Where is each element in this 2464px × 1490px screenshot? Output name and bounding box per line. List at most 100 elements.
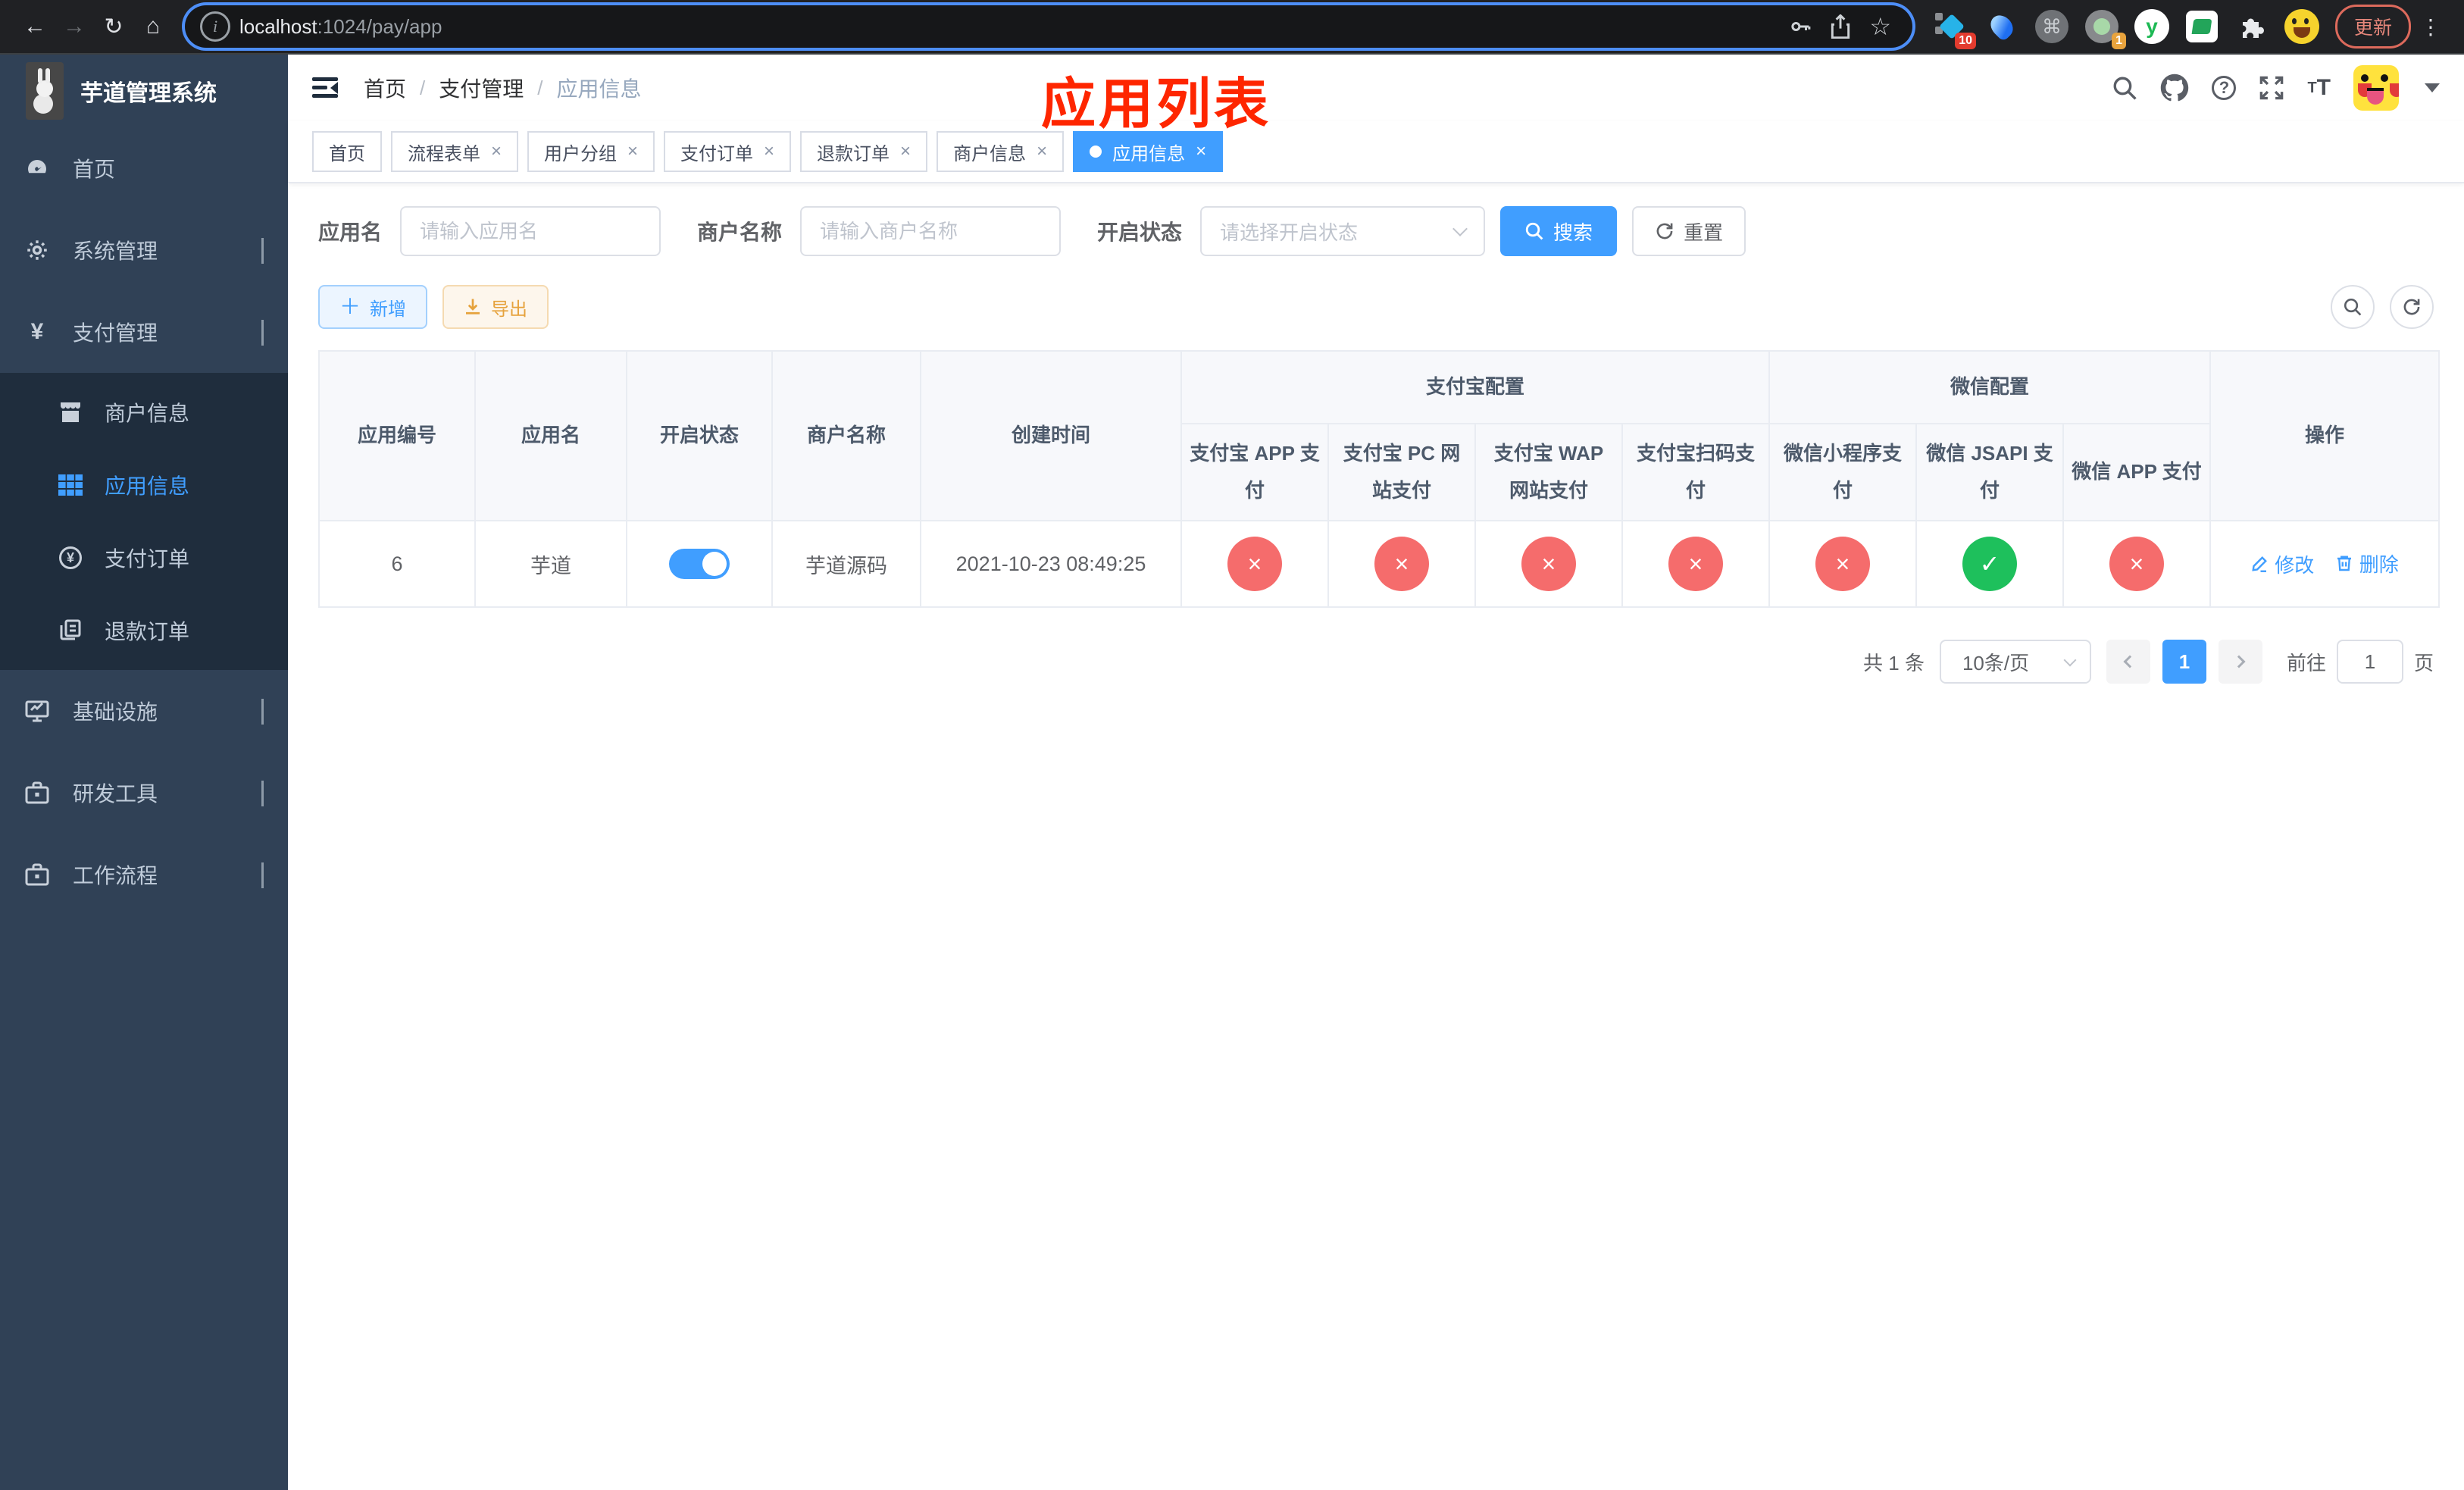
- close-icon[interactable]: ×: [1196, 142, 1206, 161]
- extension-kite-icon[interactable]: [1984, 8, 2020, 45]
- user-avatar[interactable]: [2353, 65, 2399, 111]
- refresh-button[interactable]: [2390, 285, 2434, 329]
- page-unit-label: 页: [2413, 651, 2434, 675]
- goto-page-input[interactable]: [2336, 640, 2403, 684]
- sidebar-item-label: 支付订单: [105, 547, 190, 571]
- site-info-icon[interactable]: i: [200, 11, 230, 42]
- export-button[interactable]: 导出: [442, 285, 549, 329]
- close-icon[interactable]: ×: [627, 142, 638, 161]
- goto-label: 前往: [2286, 651, 2326, 675]
- close-icon[interactable]: ×: [900, 142, 911, 161]
- extension-chat-icon[interactable]: [2184, 8, 2220, 45]
- extension-shortcut-icon[interactable]: ⌘: [2034, 8, 2070, 45]
- sidebar-item-home[interactable]: 首页: [0, 127, 288, 209]
- active-dot: [1090, 146, 1102, 158]
- sidebar-item-label: 首页: [73, 158, 116, 181]
- status-toggle[interactable]: [669, 549, 730, 579]
- github-icon[interactable]: [2160, 74, 2189, 102]
- grid-table-icon: [58, 474, 83, 496]
- sidebar-item-dev-tools[interactable]: 研发工具: [0, 752, 288, 834]
- browser-back-button[interactable]: ←: [15, 7, 55, 46]
- alipay-app-status-badge: ×: [1227, 537, 1282, 591]
- page-number-1[interactable]: 1: [2162, 640, 2206, 684]
- sidebar-item-workflow[interactable]: 工作流程: [0, 834, 288, 916]
- sidebar-item-pay-order[interactable]: ¥ 支付订单: [0, 521, 288, 594]
- close-icon[interactable]: ×: [1037, 142, 1047, 161]
- browser-home-button[interactable]: ⌂: [133, 7, 173, 46]
- extension-duplicate-tab-icon[interactable]: 10: [1934, 8, 1976, 49]
- chevron-down-icon: [1452, 221, 1468, 236]
- browser-forward-button[interactable]: →: [55, 7, 94, 46]
- merchant-name-input[interactable]: [800, 206, 1062, 256]
- sidebar-item-merchant-info[interactable]: 商户信息: [0, 376, 288, 449]
- edit-button[interactable]: 修改: [2250, 550, 2314, 578]
- tab-home[interactable]: 首页: [312, 131, 382, 172]
- page-content: 应用名 商户名称 开启状态 请选择开启状态 搜索 重置: [288, 183, 2464, 1490]
- prev-page-button[interactable]: [2106, 640, 2150, 684]
- page-size-select[interactable]: 10条/页: [1939, 640, 2091, 684]
- sidebar-collapse-icon[interactable]: [312, 77, 338, 99]
- password-key-icon[interactable]: [1789, 15, 1812, 38]
- sidebar-item-infrastructure[interactable]: 基础设施: [0, 670, 288, 752]
- extension-recorder-icon[interactable]: 1: [2084, 8, 2126, 49]
- tab-app-info[interactable]: 应用信息 ×: [1073, 131, 1224, 172]
- breadcrumb-app-info: 应用信息: [556, 77, 642, 101]
- sidebar-item-label: 商户信息: [105, 402, 190, 425]
- browser-update-button[interactable]: 更新: [2335, 5, 2412, 49]
- tab-process-form[interactable]: 流程表单 ×: [391, 131, 519, 172]
- browser-toolbar: ← → ↻ ⌂ i localhost:1024/pay/app ☆ 10 ⌘ …: [0, 0, 2464, 55]
- close-icon[interactable]: ×: [491, 142, 502, 161]
- help-icon[interactable]: ?: [2212, 76, 2237, 100]
- app-name-input[interactable]: [400, 206, 661, 256]
- search-button[interactable]: 搜索: [1500, 206, 1618, 256]
- sidebar-item-label: 系统管理: [73, 239, 158, 263]
- col-actions: 操作: [2209, 350, 2441, 521]
- reset-button[interactable]: 重置: [1632, 206, 1746, 256]
- app-logo[interactable]: 芋道管理系统: [0, 55, 288, 127]
- sidebar-item-system[interactable]: 系统管理: [0, 209, 288, 291]
- delete-button[interactable]: 删除: [2335, 549, 2399, 578]
- browser-menu-icon[interactable]: ⋮: [2420, 14, 2441, 39]
- data-table: 应用编号 应用名 开启状态 商户名称 创建时间 支付宝配置 微信配置 操作 支付…: [318, 350, 2441, 608]
- chevron-down-icon: [261, 862, 264, 888]
- tab-refund-order[interactable]: 退款订单 ×: [800, 131, 928, 172]
- sidebar-item-refund-order[interactable]: 退款订单: [0, 594, 288, 667]
- yen-icon: ¥: [30, 319, 44, 344]
- browser-reload-button[interactable]: ↻: [94, 7, 133, 46]
- breadcrumb-home[interactable]: 首页: [364, 73, 406, 103]
- tab-user-group[interactable]: 用户分组 ×: [527, 131, 655, 172]
- status-select[interactable]: 请选择开启状态: [1200, 206, 1486, 256]
- app-name-label: 应用名: [318, 221, 383, 244]
- font-size-icon[interactable]: TT: [2307, 75, 2331, 101]
- address-bar[interactable]: i localhost:1024/pay/app ☆: [185, 5, 1912, 48]
- next-page-button[interactable]: [2218, 640, 2262, 684]
- alipay-wap-status-badge: ×: [1521, 537, 1576, 591]
- document-copy-icon: [58, 619, 83, 642]
- share-icon[interactable]: [1830, 14, 1851, 39]
- pagination: 共 1 条 10条/页 1 前往 页: [318, 640, 2434, 714]
- breadcrumb-payment[interactable]: 支付管理: [439, 73, 524, 103]
- tab-merchant-info[interactable]: 商户信息 ×: [937, 131, 1065, 172]
- toggle-search-button[interactable]: [2331, 285, 2375, 329]
- sidebar-item-app-info[interactable]: 应用信息: [0, 449, 288, 521]
- close-icon[interactable]: ×: [764, 142, 774, 161]
- search-icon[interactable]: [2112, 75, 2137, 101]
- tab-pay-order[interactable]: 支付订单 ×: [664, 131, 792, 172]
- bookmark-star-icon[interactable]: ☆: [1869, 12, 1891, 41]
- table-toolbar: ＋ 新增 导出: [318, 285, 2434, 329]
- fullscreen-icon[interactable]: [2259, 75, 2284, 101]
- extensions-puzzle-icon[interactable]: [2234, 8, 2270, 45]
- profile-avatar-icon[interactable]: [2284, 8, 2320, 45]
- sidebar-item-payment[interactable]: × ¥ 支付管理: [0, 291, 288, 373]
- merchant-name-label: 商户名称: [697, 221, 783, 244]
- chevron-down-icon: [2063, 653, 2077, 667]
- briefcase-icon: [24, 781, 50, 804]
- chevron-down-icon: [261, 238, 264, 264]
- add-button[interactable]: ＋ 新增: [318, 285, 428, 329]
- extension-y-logo-icon[interactable]: y: [2134, 8, 2170, 45]
- col-group-alipay: 支付宝配置: [1180, 350, 1771, 424]
- avatar-caret-icon[interactable]: [2425, 83, 2440, 92]
- col-alipay-pc: 支付宝 PC 网站支付: [1327, 423, 1476, 521]
- col-alipay-qr: 支付宝扫码支付: [1621, 423, 1771, 521]
- monitor-icon: [24, 700, 50, 722]
